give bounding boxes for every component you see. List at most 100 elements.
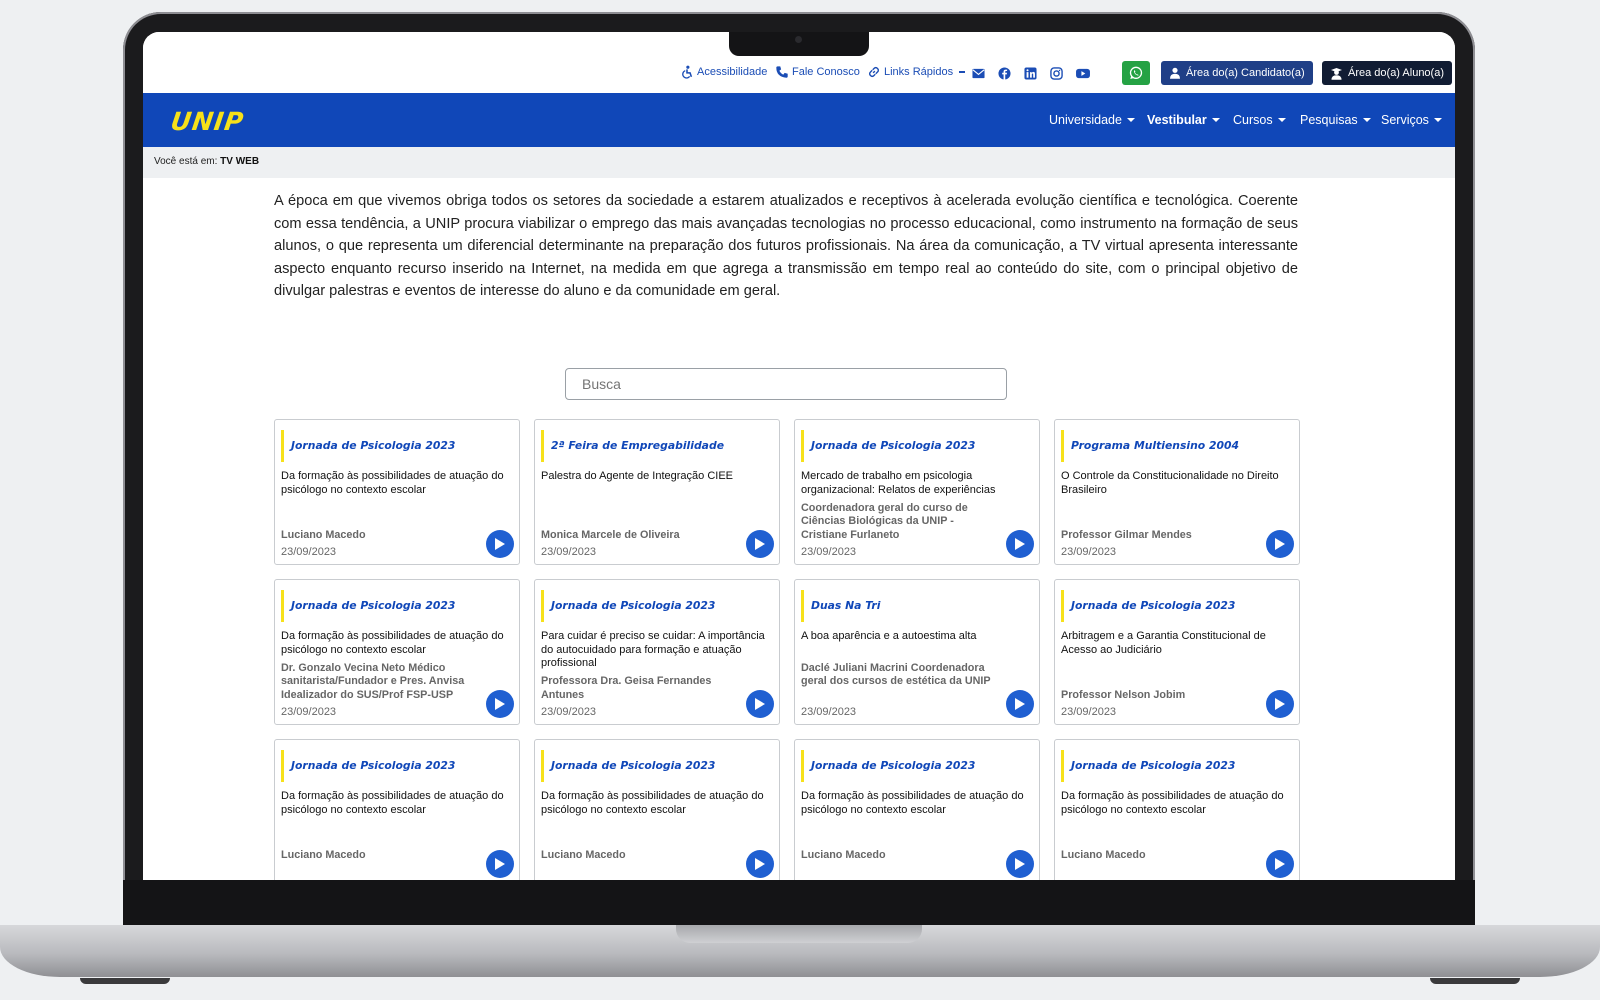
- video-card[interactable]: Duas Na Tri A boa aparência e a autoestim…: [794, 579, 1040, 725]
- breadcrumb-current[interactable]: TV WEB: [220, 156, 259, 167]
- video-card[interactable]: 2ª Feira de Empregabilidade Palestra do A…: [534, 419, 780, 565]
- play-icon: [755, 858, 765, 870]
- nav-item-universidade[interactable]: Universidade: [1049, 113, 1135, 127]
- card-title: Da formação às possibilidades de atuação…: [281, 630, 504, 656]
- youtube-icon[interactable]: [1075, 67, 1091, 80]
- play-button[interactable]: [1266, 530, 1294, 558]
- student-area-label: Área do(a) Aluno(a): [1348, 67, 1444, 79]
- instagram-icon[interactable]: [1050, 67, 1063, 80]
- contact-link[interactable]: Fale Conosco: [775, 65, 860, 79]
- card-title: Para cuidar é preciso se cuidar: A impor…: [541, 630, 765, 669]
- card-author: Dr. Gonzalo Vecina Neto Médico sanitaris…: [281, 661, 465, 701]
- email-icon[interactable]: [972, 67, 985, 80]
- play-button[interactable]: [746, 850, 774, 878]
- nav-item-cursos[interactable]: Cursos: [1233, 113, 1286, 127]
- camera-icon: [795, 36, 802, 43]
- play-icon: [1275, 698, 1285, 710]
- card-author: Luciano Macedo: [801, 848, 886, 861]
- card-date: 23/09/2023: [541, 706, 597, 718]
- linkedin-icon[interactable]: [1024, 67, 1037, 80]
- play-button[interactable]: [746, 690, 774, 718]
- caret-down-icon: [1211, 118, 1220, 122]
- video-card[interactable]: Jornada de Psicologia 2023 Da formação às…: [274, 739, 520, 880]
- card-event-tag: Jornada de Psicologia 2023: [541, 590, 715, 622]
- accessibility-label: Acessibilidade: [697, 66, 768, 78]
- card-author: Professor Nelson Jobim: [1061, 688, 1186, 701]
- play-icon: [495, 538, 505, 550]
- caret-down-icon: [1126, 118, 1135, 122]
- card-date: 23/09/2023: [281, 546, 337, 558]
- nav-item-vestibular[interactable]: Vestibular: [1147, 113, 1220, 127]
- video-card[interactable]: Jornada de Psicologia 2023 Da formação às…: [794, 739, 1040, 880]
- main-nav: UNIP Universidade Vestibular Cursos Pesq…: [143, 93, 1455, 147]
- accessibility-link[interactable]: Acessibilidade: [680, 65, 767, 79]
- video-card[interactable]: Jornada de Psicologia 2023 Da formação às…: [274, 579, 520, 725]
- unip-logo[interactable]: UNIP: [169, 107, 246, 136]
- play-button[interactable]: [1266, 690, 1294, 718]
- play-button[interactable]: [486, 690, 514, 718]
- card-title: O Controle da Constitucionalidade no Dir…: [1061, 470, 1279, 496]
- video-card[interactable]: Jornada de Psicologia 2023 Mercado de tra…: [794, 419, 1040, 565]
- play-icon: [755, 538, 765, 550]
- nav-item-servicos[interactable]: Serviços: [1381, 113, 1442, 127]
- quick-links-dropdown[interactable]: Links Rápidos: [867, 65, 966, 79]
- laptop-bezel: [123, 880, 1475, 926]
- card-title: Da formação às possibilidades de atuação…: [281, 470, 504, 496]
- card-date: 23/09/2023: [1061, 546, 1117, 558]
- nav-item-label: Pesquisas: [1300, 113, 1358, 127]
- card-date: 23/09/2023: [801, 546, 857, 558]
- nav-item-label: Cursos: [1233, 113, 1273, 127]
- breadcrumb: Você está em: TV WEB: [143, 147, 1455, 178]
- card-event-tag: Jornada de Psicologia 2023: [541, 750, 715, 782]
- card-author: Professor Gilmar Mendes: [1061, 528, 1192, 541]
- facebook-icon[interactable]: [998, 67, 1011, 80]
- video-card[interactable]: Jornada de Psicologia 2023 Da formação às…: [1054, 739, 1300, 880]
- laptop-base-notch: [676, 925, 922, 943]
- card-title: Da formação às possibilidades de atuação…: [541, 790, 764, 816]
- play-icon: [1275, 538, 1285, 550]
- card-event-tag: Jornada de Psicologia 2023: [801, 430, 975, 462]
- play-button[interactable]: [1006, 690, 1034, 718]
- play-button[interactable]: [1006, 850, 1034, 878]
- card-event-tag: Programa Multiensino 2004: [1061, 430, 1239, 462]
- student-area-button[interactable]: Área do(a) Aluno(a): [1322, 61, 1452, 85]
- card-author: Luciano Macedo: [281, 528, 366, 541]
- play-icon: [1015, 698, 1025, 710]
- caret-down-icon: [1433, 118, 1442, 122]
- video-card[interactable]: Jornada de Psicologia 2023 Da formação às…: [534, 739, 780, 880]
- search-input[interactable]: [565, 368, 1007, 400]
- whatsapp-button[interactable]: [1122, 61, 1150, 85]
- card-date: 23/09/2023: [1061, 706, 1117, 718]
- card-author: Coordenadora geral do curso de Ciências …: [801, 501, 968, 541]
- laptop-foot-right: [1430, 978, 1520, 984]
- card-event-tag: Jornada de Psicologia 2023: [801, 750, 975, 782]
- card-author: Daclé Juliani Macrini Coordenadora geral…: [801, 661, 991, 688]
- laptop-foot-left: [80, 978, 170, 984]
- video-card[interactable]: Programa Multiensino 2004 O Controle da C…: [1054, 419, 1300, 565]
- contact-label: Fale Conosco: [792, 66, 860, 78]
- play-icon: [1015, 858, 1025, 870]
- user-icon: [1170, 67, 1180, 79]
- nav-item-label: Vestibular: [1147, 113, 1207, 127]
- card-date: 23/09/2023: [281, 706, 337, 718]
- link-icon: [868, 66, 880, 78]
- candidate-area-button[interactable]: Área do(a) Candidato(a): [1161, 61, 1313, 85]
- card-event-tag: Duas Na Tri: [801, 590, 880, 622]
- card-event-tag: Jornada de Psicologia 2023: [1061, 590, 1235, 622]
- camera-notch: [729, 32, 869, 56]
- play-button[interactable]: [1266, 850, 1294, 878]
- nav-item-pesquisas[interactable]: Pesquisas: [1300, 113, 1371, 127]
- play-button[interactable]: [486, 530, 514, 558]
- video-card[interactable]: Jornada de Psicologia 2023 Da formação às…: [274, 419, 520, 565]
- video-card[interactable]: Jornada de Psicologia 2023 Para cuidar é …: [534, 579, 780, 725]
- card-title: Arbitragem e a Garantia Constitucional d…: [1061, 630, 1266, 656]
- card-title: Da formação às possibilidades de atuação…: [281, 790, 504, 816]
- video-card[interactable]: Jornada de Psicologia 2023 Arbitragem e a…: [1054, 579, 1300, 725]
- browser-screen: Acessibilidade Fale Conosco Links Rápido…: [143, 32, 1455, 880]
- play-button[interactable]: [746, 530, 774, 558]
- card-event-tag: Jornada de Psicologia 2023: [281, 590, 455, 622]
- card-title: A boa aparência e a autoestima alta: [801, 630, 977, 642]
- card-author: Luciano Macedo: [281, 848, 366, 861]
- play-button[interactable]: [1006, 530, 1034, 558]
- play-button[interactable]: [486, 850, 514, 878]
